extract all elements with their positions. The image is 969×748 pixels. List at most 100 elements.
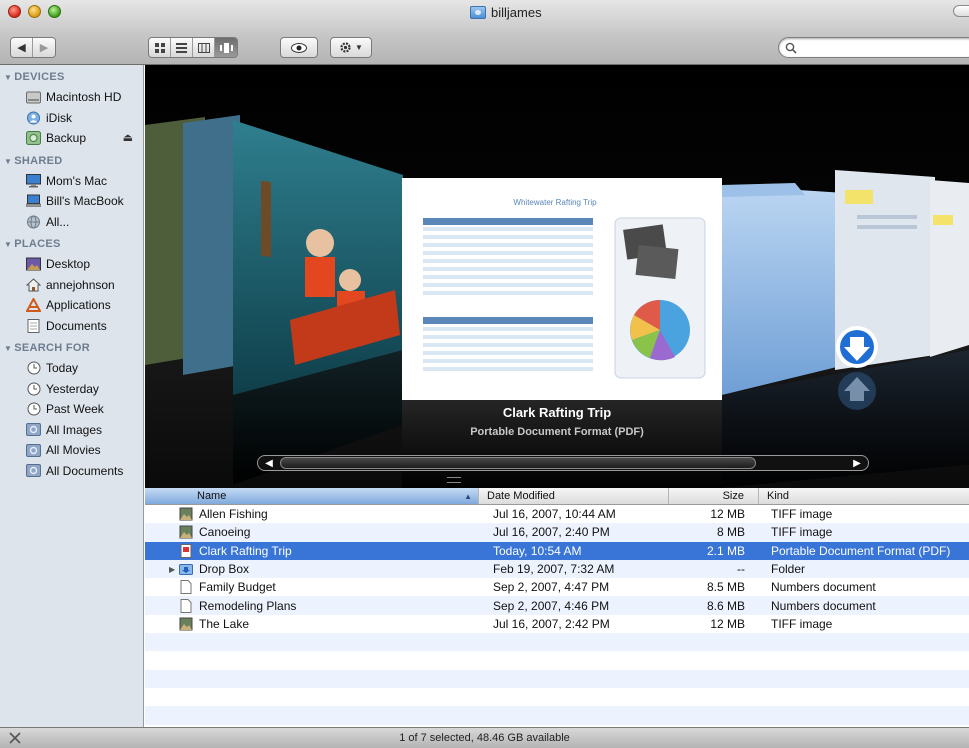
sidebar-item-all[interactable]: All... (0, 212, 143, 233)
sidebar-heading-shared[interactable]: ▼ SHARED (0, 149, 143, 171)
icon-view-button[interactable] (149, 38, 171, 57)
empty-row (145, 706, 969, 725)
resize-grip[interactable] (447, 477, 461, 483)
list-rows: Allen Fishing Jul 16, 2007, 10:44 AM 12 MB… (145, 505, 969, 725)
cover-flow-view[interactable]: Whitewater Rafting Trip Clark Rafting Tr… (145, 65, 969, 488)
scroll-right-arrow-icon[interactable]: ▶ (848, 456, 866, 470)
column-view-icon (197, 42, 210, 53)
sidebar-item-macintosh-hd[interactable]: Macintosh HD (0, 87, 143, 108)
table-row[interactable]: Canoeing Jul 16, 2007, 2:40 PM 8 MB TIFF im… (145, 523, 969, 542)
cell-size: 12 MB (710, 507, 745, 522)
documents-icon (26, 318, 41, 333)
sidebar-heading-places[interactable]: ▼ PLACES (0, 232, 143, 254)
coverflow-view-icon (219, 42, 233, 53)
sidebar: ▼ DEVICES Macintosh HD iDisk Backup ⏏ ▼ SH… (0, 65, 144, 727)
clock-icon (26, 402, 41, 416)
sidebar-item-all-documents[interactable]: All Documents (0, 461, 143, 482)
sidebar-item-backup[interactable]: Backup ⏏ (0, 128, 143, 149)
quick-look-button[interactable] (280, 37, 318, 58)
cell-kind: Numbers document (771, 580, 876, 595)
cell-date-modified: Jul 16, 2007, 2:40 PM (493, 525, 610, 540)
sidebar-item-all-movies[interactable]: All Movies (0, 440, 143, 461)
cell-kind: Folder (771, 562, 806, 577)
empty-row (145, 688, 969, 706)
search-field[interactable] (778, 37, 969, 58)
hard-drive-icon (26, 90, 41, 104)
file-list: Name ▲ Date Modified Size Kind Allen Fis… (145, 488, 969, 727)
table-row[interactable]: The Lake Jul 16, 2007, 2:42 PM 12 MB TIFF i… (145, 615, 969, 633)
sidebar-item-applications[interactable]: Applications (0, 295, 143, 316)
computer-icon (26, 173, 41, 188)
clock-icon (26, 361, 41, 375)
eye-icon (291, 42, 307, 53)
cover-drop-box (722, 185, 845, 395)
desktop-icon (26, 257, 41, 271)
sidebar-item-past-week[interactable]: Past Week (0, 399, 143, 420)
cell-kind: TIFF image (771, 616, 833, 631)
table-row[interactable]: Allen Fishing Jul 16, 2007, 10:44 AM 12 MB… (145, 505, 969, 523)
scroll-left-arrow-icon[interactable]: ◀ (260, 456, 278, 470)
coverflow-view-button[interactable] (215, 38, 237, 57)
cell-date-modified: Jul 16, 2007, 10:44 AM (493, 507, 616, 522)
cover-flow-subtitle: Portable Document Format (PDF) (470, 426, 644, 438)
cover-allen-fishing (183, 115, 240, 375)
sort-ascending-icon: ▲ (464, 492, 472, 501)
network-icon (26, 215, 41, 229)
disclosure-triangle-icon[interactable]: ▶ (169, 565, 175, 574)
cell-name: Canoeing (145, 525, 479, 539)
cell-kind: Numbers document (771, 598, 876, 613)
idisk-icon (26, 111, 41, 125)
cover-flow-scrollbar[interactable]: ◀ ▶ (257, 455, 869, 471)
column-header-date-modified[interactable]: Date Modified (479, 488, 669, 504)
toolbar-toggle-button[interactable] (953, 5, 969, 17)
empty-row (145, 669, 969, 688)
table-row[interactable]: Clark Rafting Trip Today, 10:54 AM 2.1 MB P… (145, 541, 969, 560)
smart-folder-icon (26, 464, 41, 478)
cell-kind: TIFF image (771, 525, 833, 540)
smart-folder-icon (26, 443, 41, 457)
close-window-button[interactable] (8, 5, 21, 18)
home-icon (26, 278, 41, 292)
column-header-size[interactable]: Size (669, 488, 759, 504)
disclosure-triangle-icon: ▼ (4, 240, 13, 249)
sidebar-item-today[interactable]: Today (0, 358, 143, 379)
window-title-text: billjames (491, 4, 542, 20)
zoom-window-button[interactable] (48, 5, 61, 18)
sidebar-heading-devices[interactable]: ▼ DEVICES (0, 65, 143, 87)
table-row[interactable]: Remodeling Plans Sep 2, 2007, 4:46 PM 8.6 … (145, 596, 969, 615)
action-menu-button[interactable]: ▼ (330, 37, 372, 58)
icon-view-icon (154, 42, 165, 53)
sidebar-item-all-images[interactable]: All Images (0, 420, 143, 441)
forward-button[interactable]: ▶ (33, 38, 55, 57)
table-row[interactable]: ▶ Drop Box Feb 19, 2007, 7:32 AM -- Folder (145, 559, 969, 579)
document-icon (179, 598, 193, 613)
eject-icon[interactable]: ⏏ (123, 131, 133, 144)
cell-date-modified: Sep 2, 2007, 4:47 PM (493, 580, 610, 595)
disclosure-triangle-icon: ▼ (4, 73, 13, 82)
cell-size: 8.6 MB (706, 598, 745, 613)
sidebar-item-desktop[interactable]: Desktop (0, 254, 143, 275)
pdf-document-icon (179, 543, 193, 558)
sidebar-item-annejohnson[interactable]: annejohnson (0, 275, 143, 296)
column-header-name[interactable]: Name ▲ (145, 488, 479, 504)
applications-icon (26, 298, 41, 313)
cell-date-modified: Today, 10:54 AM (493, 543, 582, 558)
cell-kind: TIFF image (771, 507, 833, 522)
sidebar-item-documents[interactable]: Documents (0, 316, 143, 337)
cover-flow-scroll-thumb[interactable] (280, 457, 756, 469)
sidebar-heading-search-for[interactable]: ▼ SEARCH FOR (0, 336, 143, 358)
cell-size: 12 MB (710, 616, 745, 631)
column-view-button[interactable] (193, 38, 215, 57)
minimize-window-button[interactable] (28, 5, 41, 18)
list-view-button[interactable] (171, 38, 193, 57)
table-row[interactable]: Family Budget Sep 2, 2007, 4:47 PM 8.5 MB N… (145, 578, 969, 596)
sidebar-item-bills-macbook[interactable]: Bill's MacBook (0, 191, 143, 212)
sidebar-item-idisk[interactable]: iDisk (0, 108, 143, 129)
sidebar-item-yesterday[interactable]: Yesterday (0, 379, 143, 400)
back-button[interactable]: ◀ (11, 38, 33, 57)
clock-icon (26, 382, 41, 396)
column-header-kind[interactable]: Kind (759, 488, 969, 504)
cell-date-modified: Jul 16, 2007, 2:42 PM (493, 616, 610, 631)
cell-name: The Lake (145, 617, 479, 631)
sidebar-item-moms-mac[interactable]: Mom's Mac (0, 171, 143, 192)
